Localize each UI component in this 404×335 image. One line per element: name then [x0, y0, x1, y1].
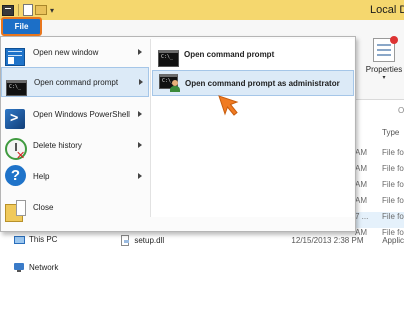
- file-row-setup-dll[interactable]: setup.dll 12/15/2013 2:38 PM Applic: [121, 233, 404, 247]
- nav-item-network[interactable]: Network: [14, 263, 58, 272]
- modified-time: AM: [355, 148, 367, 157]
- command-prompt-icon: [158, 49, 179, 67]
- administrator-user-icon: [170, 80, 180, 92]
- file-menu-commands: Open new window Open command prompt Open…: [1, 37, 149, 231]
- file-list: AM File fo AM File fo AM File fo AM File fo …: [355, 148, 404, 244]
- menu-item-close[interactable]: Close: [1, 192, 149, 222]
- menu-item-open-new-window[interactable]: Open new window: [1, 37, 149, 67]
- computer-icon: [14, 235, 25, 244]
- menu-item-label: Open command prompt: [34, 77, 119, 87]
- close-window-icon: [5, 200, 26, 222]
- submenu-item-open-command-prompt[interactable]: Open command prompt: [152, 41, 354, 67]
- file-menu: Open new window Open command prompt Open…: [0, 36, 356, 232]
- command-prompt-submenu: Open command prompt Open command prompt …: [150, 39, 354, 217]
- customize-toolbar-icon[interactable]: ▾: [50, 6, 54, 15]
- table-row[interactable]: AM File fo: [355, 180, 404, 196]
- ribbon-group-label: O: [398, 106, 404, 115]
- submenu-item-open-command-prompt-admin[interactable]: Open command prompt as administrator: [152, 70, 354, 96]
- properties-label: Properties: [365, 65, 403, 74]
- chevron-right-icon: [139, 79, 143, 85]
- new-folder-icon[interactable]: [35, 5, 47, 15]
- powershell-icon: [5, 109, 25, 129]
- menu-item-open-powershell[interactable]: Open Windows PowerShell: [1, 99, 149, 129]
- menu-item-delete-history[interactable]: Delete history: [1, 130, 149, 162]
- properties-icon: [373, 36, 398, 62]
- file-type: File fo: [382, 148, 404, 157]
- title-bar: ▾ Local D: [0, 0, 404, 20]
- network-icon: [14, 263, 25, 272]
- modified-time: AM: [355, 164, 367, 173]
- properties-icon[interactable]: [23, 4, 33, 16]
- admin-command-prompt-icon: [159, 74, 180, 92]
- dll-file-icon: [121, 234, 130, 246]
- table-row[interactable]: AM File fo: [355, 164, 404, 180]
- modified-time: AM: [355, 180, 367, 189]
- modified-date: 12/15/2013 2:38 PM: [291, 235, 364, 245]
- submenu-item-label: Open command prompt: [184, 49, 275, 59]
- app-menu-icon[interactable]: [2, 4, 14, 16]
- file-tab[interactable]: File: [1, 17, 42, 36]
- file-type: File fo: [382, 196, 404, 205]
- chevron-right-icon: [138, 142, 142, 148]
- file-type: Applic: [382, 235, 404, 245]
- nav-item-this-pc[interactable]: This PC: [14, 235, 57, 244]
- new-window-icon: [5, 48, 25, 66]
- file-type: File fo: [382, 180, 404, 189]
- menu-item-open-command-prompt[interactable]: Open command prompt: [1, 67, 149, 97]
- menu-item-label: Help: [33, 171, 50, 181]
- chevron-right-icon: [138, 111, 142, 117]
- modified-time: AM: [355, 196, 367, 205]
- modified-time: 7 ...: [355, 212, 369, 221]
- toolbar-divider: [18, 4, 19, 16]
- menu-item-label: Close: [33, 202, 54, 212]
- menu-item-label: Open new window: [33, 47, 99, 57]
- menu-item-help[interactable]: ? Help: [1, 161, 149, 191]
- menu-item-label: Open Windows PowerShell: [33, 109, 130, 119]
- table-row[interactable]: 7 ... File fo: [355, 212, 404, 228]
- table-row[interactable]: AM File fo: [355, 148, 404, 164]
- quick-access-toolbar: ▾: [2, 3, 54, 17]
- file-name: setup.dll: [134, 235, 165, 245]
- menu-item-label: Delete history: [33, 140, 82, 150]
- chevron-right-icon: [138, 49, 142, 55]
- pointer-arrow-icon: [218, 95, 239, 116]
- column-header-type[interactable]: Type: [382, 128, 399, 137]
- file-type: File fo: [382, 164, 404, 173]
- delete-history-icon: [5, 138, 27, 162]
- nav-item-label: This PC: [29, 235, 58, 244]
- chevron-right-icon: [138, 173, 142, 179]
- file-type: File fo: [382, 212, 404, 221]
- nav-item-label: Network: [29, 263, 59, 272]
- help-icon: ?: [5, 165, 26, 186]
- chevron-down-icon[interactable]: ▾: [364, 74, 404, 81]
- properties-button[interactable]: Properties ▾: [364, 36, 404, 81]
- submenu-item-label: Open command prompt as administrator: [185, 78, 340, 88]
- table-row[interactable]: AM File fo: [355, 196, 404, 212]
- command-prompt-icon: [6, 80, 27, 96]
- window-title: Local D: [370, 4, 404, 16]
